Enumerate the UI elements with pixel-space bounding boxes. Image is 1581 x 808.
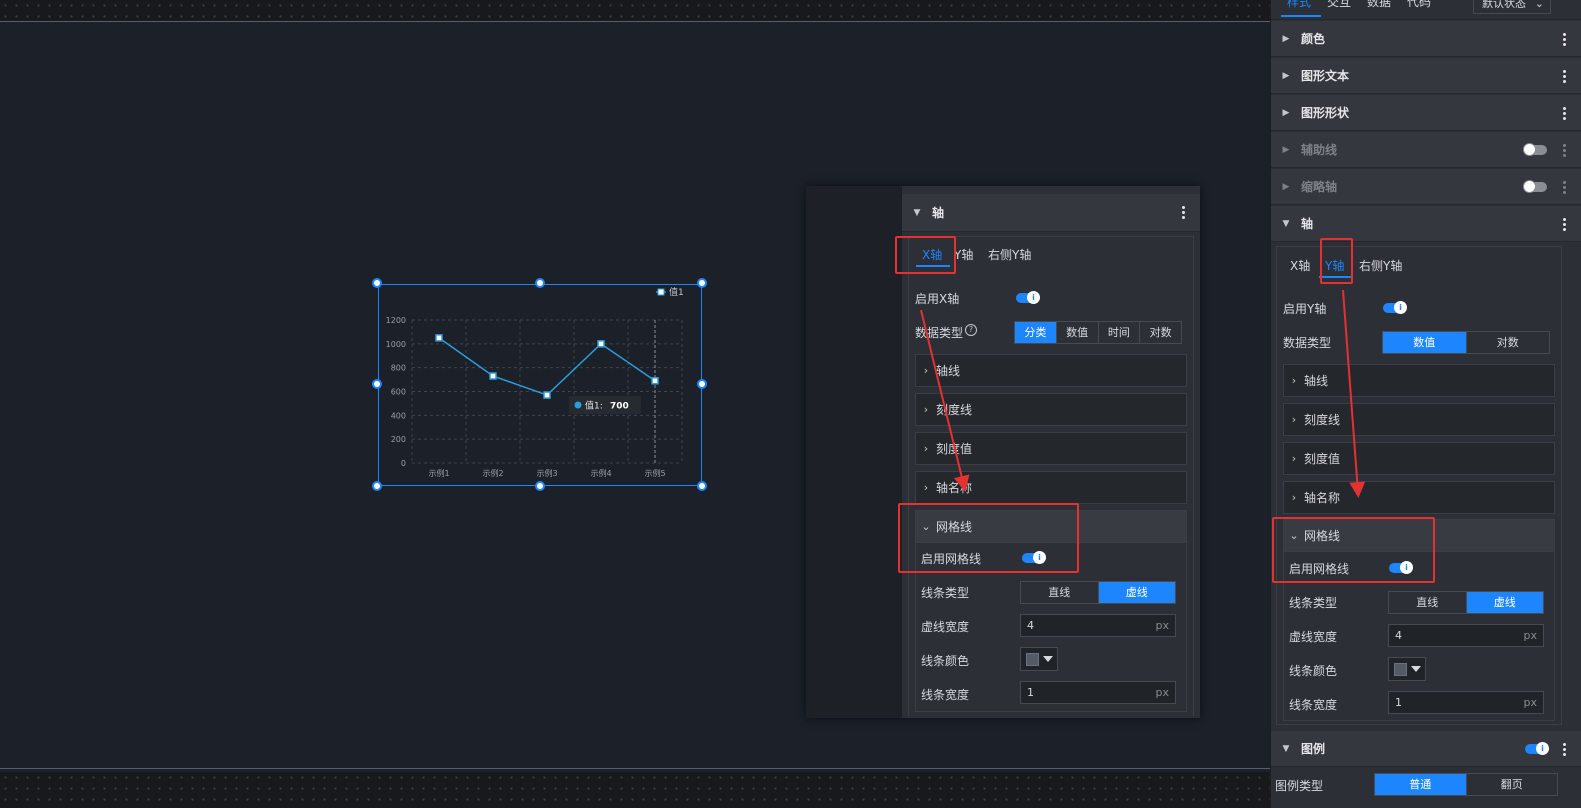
annotation-arrow-mid: [920, 309, 970, 492]
annotation-arrows: [920, 289, 1366, 498]
annotation-arrow-right: [1342, 289, 1366, 498]
